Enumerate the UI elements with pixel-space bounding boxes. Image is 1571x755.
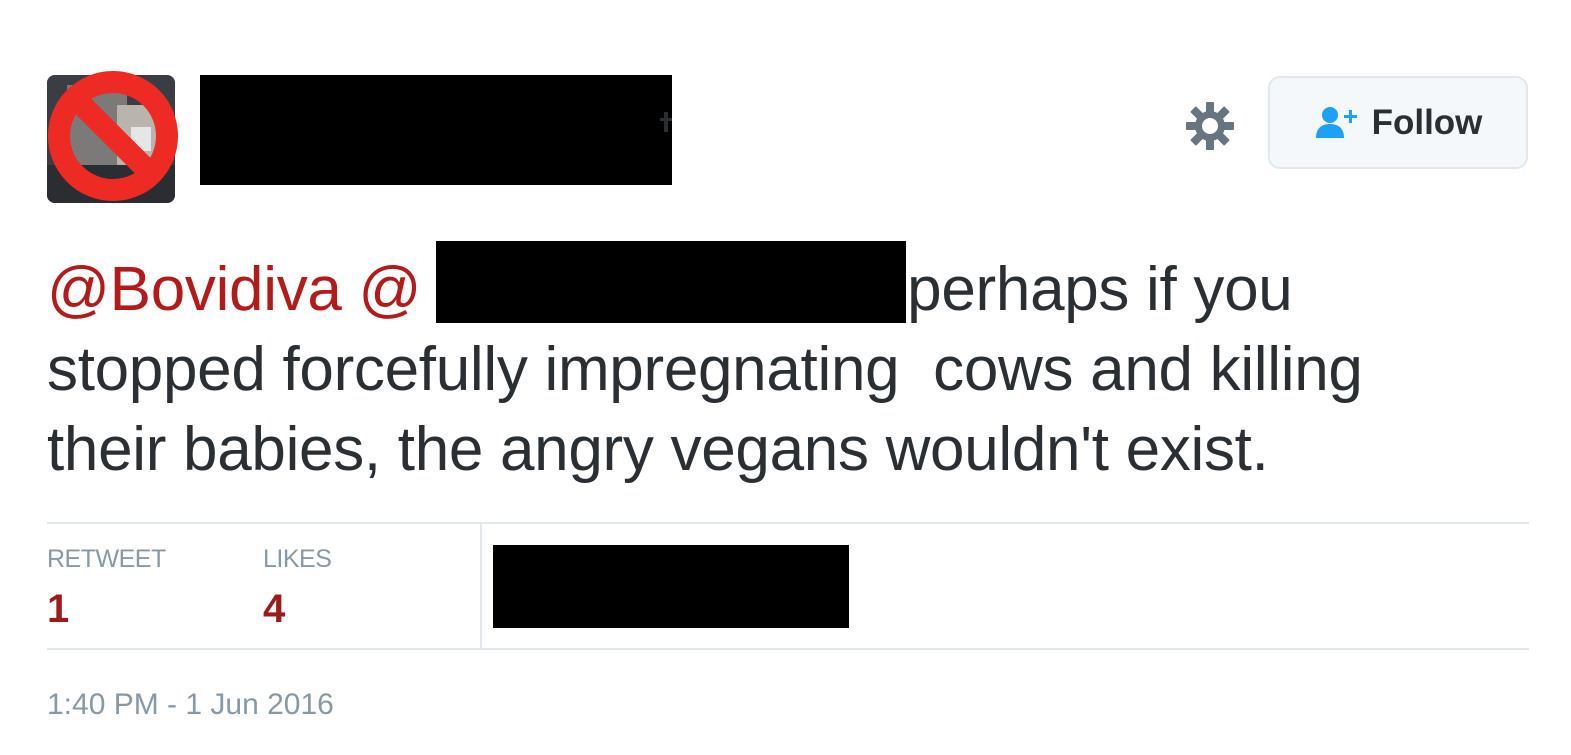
likes-count[interactable]: 4 [263, 587, 285, 632]
redacted-username [200, 75, 672, 185]
stats-vertical-divider [480, 524, 482, 648]
mention-link-redacted[interactable]: @ [359, 255, 422, 324]
tweet-line-2: stopped forcefully impregnating cows and… [47, 335, 1363, 404]
tweet-timestamp[interactable]: 1:40 PM - 1 Jun 2016 [47, 688, 334, 722]
redacted-mention [436, 241, 906, 323]
follow-button[interactable]: Follow [1268, 76, 1528, 169]
username-trailing-glyph [660, 100, 674, 140]
retweet-label[interactable]: RETWEET [47, 545, 166, 574]
no-entry-icon [48, 71, 178, 201]
gear-icon[interactable] [1184, 100, 1236, 152]
stats-top-divider [47, 522, 1529, 524]
likes-label[interactable]: LIKES [263, 545, 332, 574]
mention-link[interactable]: @Bovidiva [47, 255, 342, 324]
retweet-count[interactable]: 1 [47, 587, 69, 632]
stats-bottom-divider [47, 648, 1529, 650]
tweet-text-line-1: perhaps if you [907, 255, 1293, 324]
add-user-icon [1315, 106, 1357, 138]
follow-button-label: Follow [1371, 102, 1483, 142]
tweet-line-3: their babies, the angry vegans wouldn't … [47, 415, 1269, 484]
redacted-liker-avatars [493, 545, 849, 628]
